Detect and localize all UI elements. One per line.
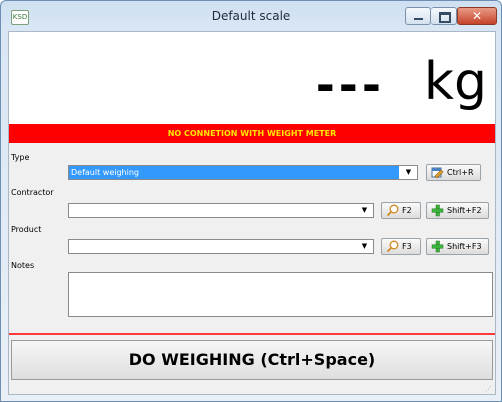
contractor-select[interactable]: ▼	[68, 203, 374, 218]
contractor-label: Contractor	[11, 188, 54, 197]
product-select-value	[69, 240, 355, 253]
weight-value: ---	[315, 58, 385, 112]
close-button[interactable]: ✕	[457, 7, 497, 25]
chevron-down-icon[interactable]: ▼	[356, 240, 373, 253]
contractor-search-label: F2	[402, 206, 412, 215]
close-icon: ✕	[471, 9, 483, 23]
notes-label: Notes	[11, 261, 35, 270]
product-label: Product	[11, 225, 42, 234]
contractor-add-button[interactable]: Shift+F2	[426, 202, 489, 219]
chevron-down-icon[interactable]: ▼	[356, 204, 373, 217]
add-icon	[431, 204, 444, 217]
title-bar[interactable]: KSD Default scale ✕	[1, 1, 501, 31]
type-label: Type	[11, 153, 30, 162]
type-shortcut-label: Ctrl+R	[447, 168, 474, 177]
type-shortcut-button[interactable]: Ctrl+R	[426, 164, 481, 181]
type-select-value: Default weighing	[69, 166, 399, 179]
product-select[interactable]: ▼	[68, 239, 374, 254]
minimize-icon	[414, 18, 423, 20]
search-icon	[386, 204, 399, 217]
weight-display: --- kg	[9, 32, 495, 124]
add-icon	[431, 240, 444, 253]
search-icon	[386, 240, 399, 253]
product-search-button[interactable]: F3	[381, 238, 421, 255]
type-select[interactable]: Default weighing ▼	[68, 165, 418, 180]
maximize-icon	[439, 12, 451, 23]
contractor-search-button[interactable]: F2	[381, 202, 421, 219]
contractor-add-label: Shift+F2	[447, 206, 482, 215]
resize-grip-icon[interactable]: ⋰	[485, 385, 493, 393]
weight-unit: kg	[423, 52, 487, 112]
maximize-button[interactable]	[431, 7, 457, 25]
chevron-down-icon[interactable]: ▼	[400, 166, 417, 179]
separator-line	[9, 333, 495, 335]
product-add-button[interactable]: Shift+F3	[426, 238, 489, 255]
edit-type-icon	[431, 167, 444, 179]
product-add-label: Shift+F3	[447, 242, 482, 251]
client-area: --- kg NO CONNETION WITH WEIGHT METER Ty…	[8, 31, 496, 395]
minimize-button[interactable]	[405, 7, 431, 25]
app-window: KSD Default scale ✕ --- kg NO CONNETION …	[0, 0, 502, 402]
product-search-label: F3	[402, 242, 412, 251]
notes-textarea[interactable]	[68, 272, 493, 317]
do-weighing-button[interactable]: DO WEIGHING (Ctrl+Space)	[11, 340, 493, 380]
status-bar: ⋰	[9, 382, 495, 394]
contractor-select-value	[69, 204, 355, 217]
status-banner: NO CONNETION WITH WEIGHT METER	[9, 124, 495, 143]
